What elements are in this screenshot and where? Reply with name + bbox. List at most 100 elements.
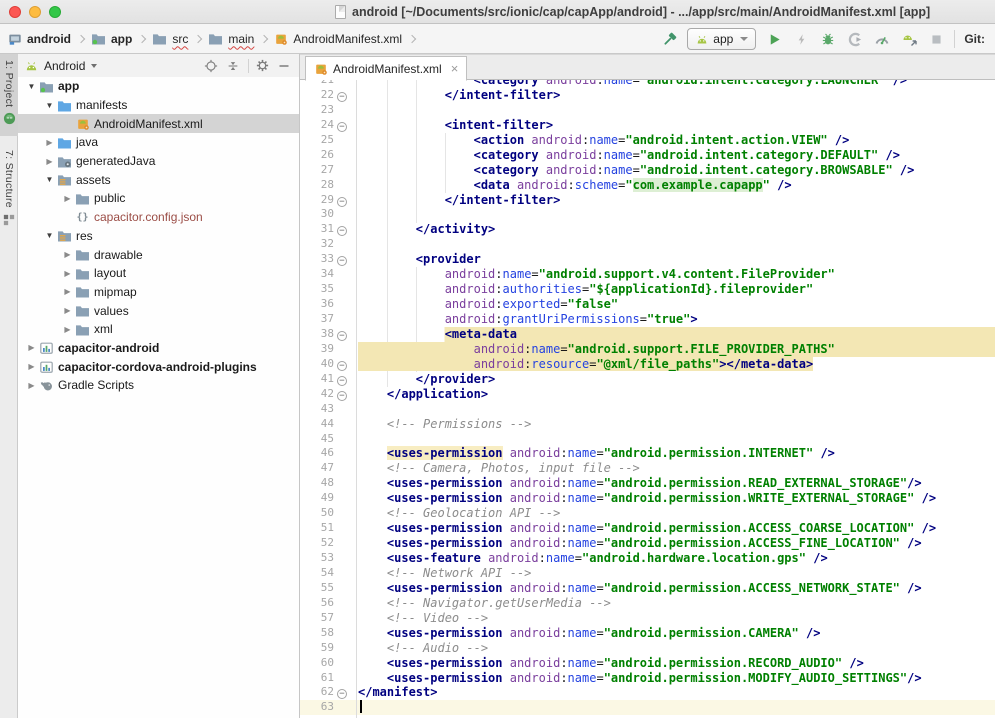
code-line-50: 50 <!-- Geolocation API --> [300,506,995,521]
fold-marker-icon[interactable]: − [337,226,347,236]
breadcrumb-item-src[interactable]: src [152,32,188,46]
tree-item-label: manifests [76,98,127,112]
profiler-icon[interactable] [873,30,891,48]
tool-stripe-7-structure[interactable]: 7: Structure [0,144,18,237]
tree-right-arrow-icon[interactable]: ▶ [61,325,74,334]
tree-item-xml[interactable]: ▶xml [18,320,299,339]
tree-item-label: java [76,135,98,149]
fold-marker-icon[interactable]: − [337,92,347,102]
code-editor[interactable]: 21 <category android:name="android.inten… [300,80,995,718]
attach-debugger-icon[interactable] [900,30,918,48]
fold-gutter: − [334,372,350,386]
tree-right-arrow-icon[interactable]: ▶ [61,250,74,259]
tree-down-arrow-icon[interactable]: ▼ [43,175,56,184]
tree-item-generatedjava[interactable]: ▶generatedJava [18,152,299,171]
code-line-43: 43 [300,402,995,417]
tree-down-arrow-icon[interactable]: ▼ [43,101,56,110]
code-text: <!-- Camera, Photos, input file --> [358,461,640,475]
close-window-button[interactable] [9,6,21,18]
tree-item-assets[interactable]: ▼assets [18,170,299,189]
code-line-44: 44 <!-- Permissions --> [300,417,995,432]
line-number: 36 [300,297,334,310]
tree-item-capacitor-config-json[interactable]: {}capacitor.config.json [18,208,299,227]
tree-down-arrow-icon[interactable]: ▼ [43,231,56,240]
tool-stripe-1-project[interactable]: 1: Project [0,54,18,136]
fold-marker-icon[interactable]: − [337,122,347,132]
tree-item-values[interactable]: ▶values [18,301,299,320]
close-tab-icon[interactable]: × [451,64,459,74]
breadcrumb-item-app[interactable]: app [91,32,132,46]
code-text: </provider> [358,372,495,386]
tree-right-arrow-icon[interactable]: ▶ [61,306,74,315]
code-text: </manifest> [358,685,437,699]
line-number: 62 [300,685,334,698]
breadcrumb-item-main[interactable]: main [208,32,254,46]
fold-marker-icon[interactable]: − [337,391,347,401]
fold-marker-icon[interactable]: − [337,376,347,386]
tree-right-arrow-icon[interactable]: ▶ [43,157,56,166]
code-text: <uses-permission android:name="android.p… [358,626,820,640]
line-number: 47 [300,461,334,474]
window-title: android [~/Documents/src/ionic/cap/capAp… [352,5,930,19]
tree-item-java[interactable]: ▶ java [18,133,299,152]
zoom-window-button[interactable] [49,6,61,18]
breadcrumb-chevron-icon [408,34,416,42]
code-line-22: 22− </intent-filter> [300,88,995,103]
tree-right-arrow-icon[interactable]: ▶ [25,362,38,371]
project-tree[interactable]: ▼app▼manifestsAndroidManifest.xml▶java▶g… [18,77,299,718]
build-hammer-icon[interactable] [660,30,678,48]
minimize-window-button[interactable] [29,6,41,18]
line-number: 34 [300,267,334,280]
line-number: 63 [300,700,334,713]
tab-androidmanifest[interactable]: AndroidManifest.xml × [305,56,467,81]
tree-down-arrow-icon[interactable]: ▼ [25,82,38,91]
fold-marker-icon[interactable]: − [337,689,347,699]
stop-icon[interactable] [927,30,945,48]
run-with-coverage-icon[interactable] [846,30,864,48]
run-configuration-select[interactable]: app [687,28,756,50]
breadcrumb-item-android[interactable]: android [8,32,71,46]
tree-item-gradle-scripts[interactable]: ▶Gradle Scripts [18,376,299,395]
code-text: android:exported="false" [358,297,618,311]
code-text: <category android:name="android.intent.c… [358,80,907,87]
fold-marker-icon[interactable]: − [337,331,347,341]
folder-gear-icon [56,155,73,168]
tree-right-arrow-icon[interactable]: ▶ [61,194,74,203]
collapse-all-icon[interactable] [224,57,242,75]
line-number: 37 [300,312,334,325]
tree-item-capacitor-cordova-android-plugins[interactable]: ▶capacitor-cordova-android-plugins [18,357,299,376]
locate-file-icon[interactable] [202,57,220,75]
apply-changes-icon[interactable] [792,30,810,48]
fold-marker-icon[interactable]: − [337,197,347,207]
code-line-31: 31− </activity> [300,222,995,237]
fold-gutter: − [334,118,350,132]
run-icon[interactable] [765,30,783,48]
breadcrumb-item-androidmanifest-xml[interactable]: AndroidManifest.xml [274,32,402,46]
manifest-icon [274,32,288,46]
tree-item-layout[interactable]: ▶layout [18,264,299,283]
tree-right-arrow-icon[interactable]: ▶ [25,381,38,390]
fold-marker-icon[interactable]: − [337,256,347,266]
tree-item-capacitor-android[interactable]: ▶capacitor-android [18,339,299,358]
tree-item-drawable[interactable]: ▶drawable [18,245,299,264]
debug-icon[interactable] [819,30,837,48]
code-line-38: 38− <meta-data [300,327,995,342]
tree-item-manifests[interactable]: ▼ manifests [18,96,299,115]
tab-label: AndroidManifest.xml [333,62,442,76]
line-number: 25 [300,133,334,146]
text-caret [360,700,362,713]
line-number: 54 [300,566,334,579]
hide-panel-icon[interactable] [275,57,293,75]
tree-right-arrow-icon[interactable]: ▶ [61,269,74,278]
project-view-selector[interactable]: Android [44,59,85,73]
tree-item-public[interactable]: ▶public [18,189,299,208]
tree-right-arrow-icon[interactable]: ▶ [43,138,56,147]
tree-item-mipmap[interactable]: ▶mipmap [18,283,299,302]
tree-right-arrow-icon[interactable]: ▶ [61,287,74,296]
tree-item-androidmanifest-xml[interactable]: AndroidManifest.xml [18,114,299,133]
tree-right-arrow-icon[interactable]: ▶ [25,343,38,352]
fold-marker-icon[interactable]: − [337,361,347,371]
gear-icon[interactable] [253,57,271,75]
tree-item-app[interactable]: ▼app [18,77,299,96]
tree-item-res[interactable]: ▼res [18,227,299,246]
